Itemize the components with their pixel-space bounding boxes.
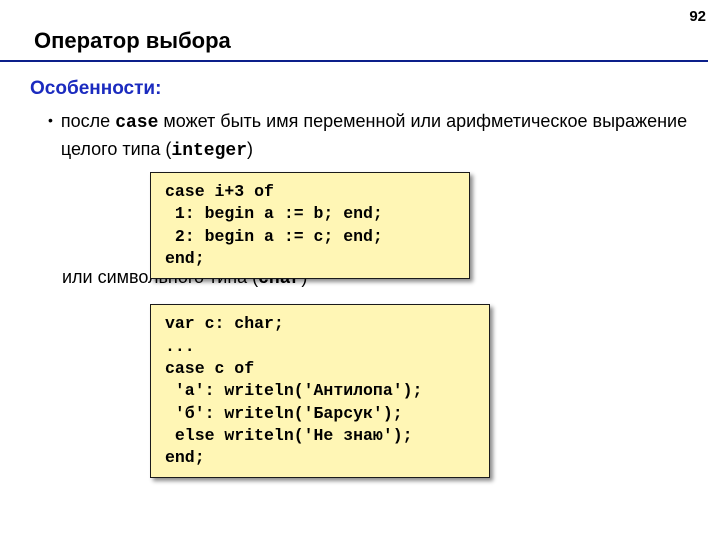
bullet-post: ): [247, 139, 253, 159]
code-block-2: var c: char; ... case c of 'а': writeln(…: [150, 304, 490, 478]
keyword-integer: integer: [171, 141, 247, 161]
bullet-text: после case может быть имя переменной или…: [61, 108, 690, 164]
bullet-marker: •: [48, 108, 53, 130]
code-block-1: case i+3 of 1: begin a := b; end; 2: beg…: [150, 172, 470, 279]
page-title: Оператор выбора: [0, 0, 708, 62]
code-block-2-wrap: var c: char; ... case c of 'а': writeln(…: [150, 304, 490, 478]
keyword-case: case: [115, 113, 158, 133]
page-number: 92: [689, 8, 706, 25]
bullet-item: • после case может быть имя переменной и…: [48, 108, 690, 164]
content-area: Особенности: • после case может быть имя…: [0, 62, 720, 478]
bullet-pre: после: [61, 111, 115, 131]
section-subheading: Особенности:: [30, 78, 690, 100]
code-block-1-wrap: case i+3 of 1: begin a := b; end; 2: beg…: [150, 172, 470, 279]
